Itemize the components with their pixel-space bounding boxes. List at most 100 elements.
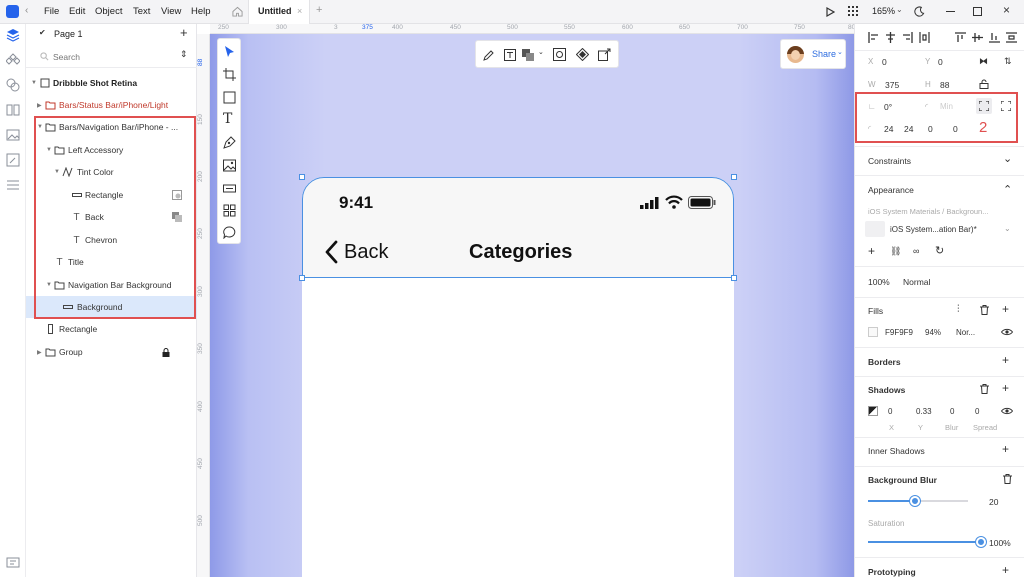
menu-edit[interactable]: Edit — [69, 6, 85, 17]
crop-icon[interactable] — [553, 48, 566, 61]
layer-row-dribbble-shot[interactable]: ▼ Dribbble Shot Retina — [26, 72, 197, 94]
w-input[interactable]: 375 — [885, 80, 899, 90]
layer-search[interactable]: ⇕ — [26, 46, 197, 68]
lock-ratio-icon[interactable] — [979, 79, 989, 89]
align-right-icon[interactable] — [902, 32, 913, 43]
collapse-all-icon[interactable]: ⇕ — [180, 49, 188, 60]
share-button[interactable]: Share ⌄ — [780, 39, 846, 69]
feedback-icon[interactable] — [6, 556, 20, 570]
saturation-value[interactable]: 100% — [989, 538, 1011, 548]
add-shadow-icon[interactable]: + — [1002, 381, 1009, 395]
constraints-header[interactable]: Constraints — [868, 156, 911, 166]
home-icon[interactable] — [232, 6, 243, 17]
library-icon[interactable] — [6, 103, 20, 117]
boolean-dropdown-icon[interactable]: ⌄ — [538, 48, 544, 56]
export-icon[interactable] — [598, 48, 611, 61]
search-input[interactable] — [53, 50, 163, 63]
align-top-icon[interactable] — [955, 32, 966, 43]
zoom-level[interactable]: 165% — [872, 6, 895, 16]
edit-pencil-icon[interactable] — [482, 49, 495, 62]
grid-menu-icon[interactable] — [848, 6, 858, 16]
eye-icon[interactable] — [1001, 407, 1013, 415]
menu-view[interactable]: View — [161, 6, 181, 17]
menu-object[interactable]: Object — [95, 6, 122, 17]
shadow-swatch[interactable] — [868, 406, 878, 416]
material-swatch[interactable] — [865, 221, 885, 237]
resize-handle[interactable] — [731, 174, 737, 180]
add-page-icon[interactable]: + — [180, 25, 188, 40]
layer-row-rectangle-2[interactable]: Rectangle — [26, 318, 197, 340]
close-window-icon[interactable]: × — [1003, 3, 1010, 17]
boolean-icon[interactable] — [522, 49, 535, 61]
fill-swatch[interactable] — [868, 327, 878, 337]
distribute-v-icon[interactable] — [1006, 32, 1017, 43]
saturation-slider-thumb[interactable] — [976, 537, 986, 547]
y-input[interactable]: 0 — [938, 57, 943, 67]
layer-row-status-bar[interactable]: ▶ Bars/Status Bar/iPhone/Light — [26, 94, 197, 116]
component-tool-icon[interactable] — [223, 182, 236, 195]
comment-tool-icon[interactable] — [223, 226, 236, 239]
page-selector[interactable]: ✔ Page 1 + — [26, 24, 197, 44]
fill-blend[interactable]: Nor... — [956, 328, 975, 337]
add-prototype-icon[interactable]: + — [1002, 563, 1009, 577]
appearance-header[interactable]: Appearance — [868, 185, 914, 195]
resize-handle[interactable] — [299, 275, 305, 281]
fill-hex[interactable]: F9F9F9 — [885, 328, 913, 337]
rectangle-tool-icon[interactable] — [223, 91, 236, 104]
flip-vertical-icon[interactable]: ⇅ — [1004, 56, 1012, 67]
material-select[interactable]: iOS System...ation Bar)* — [890, 225, 977, 234]
fill-settings-icon[interactable]: ⫶ — [957, 304, 960, 315]
align-left-icon[interactable] — [868, 32, 879, 43]
refresh-style-icon[interactable]: ↻ — [935, 244, 944, 257]
canvas[interactable]: 9:41 Back Categories ⌄ Share ⌄ — [210, 34, 854, 577]
blur-slider-thumb[interactable] — [910, 496, 920, 506]
components-icon[interactable] — [6, 53, 20, 67]
add-style-icon[interactable]: + — [868, 244, 875, 258]
image-tool-icon[interactable] — [223, 159, 236, 172]
h-input[interactable]: 88 — [940, 80, 949, 90]
selection-frame[interactable] — [302, 177, 734, 278]
chevron-left-icon[interactable]: ‹ — [25, 5, 28, 16]
plugins-tool-icon[interactable] — [223, 204, 236, 217]
move-tool-icon[interactable] — [223, 45, 236, 58]
pen-tool-icon[interactable] — [6, 153, 20, 167]
document-tab[interactable]: Untitled × — [248, 0, 310, 24]
expand-arrow-icon[interactable]: ▶ — [37, 102, 42, 109]
blur-value[interactable]: 20 — [989, 497, 998, 507]
image-icon[interactable] — [6, 128, 20, 142]
text-tool-icon[interactable]: T — [223, 112, 236, 126]
detach-style-icon[interactable]: ⛓ — [890, 246, 901, 257]
material-chevron-icon[interactable]: ⌄ — [1004, 224, 1011, 233]
maximize-icon[interactable] — [973, 7, 982, 16]
resize-handle[interactable] — [731, 275, 737, 281]
menu-text[interactable]: Text — [133, 6, 150, 17]
app-logo-icon[interactable] — [6, 5, 19, 18]
menu-file[interactable]: File — [44, 6, 59, 17]
layers-icon[interactable] — [6, 28, 20, 42]
x-input[interactable]: 0 — [882, 57, 887, 67]
moon-icon[interactable] — [914, 6, 925, 17]
distribute-h-icon[interactable] — [919, 32, 930, 43]
lock-icon[interactable] — [160, 347, 171, 358]
text-box-icon[interactable] — [504, 49, 516, 61]
constraints-chevron-icon[interactable]: ⌄ — [1003, 152, 1012, 165]
trash-icon[interactable] — [980, 305, 989, 315]
menu-help[interactable]: Help — [191, 6, 211, 17]
shadow-x[interactable]: 0 — [888, 407, 892, 416]
layer-row-group[interactable]: ▶ Group — [26, 341, 197, 363]
play-icon[interactable] — [826, 7, 835, 17]
shadow-blur[interactable]: 0 — [950, 407, 954, 416]
resize-handle[interactable] — [299, 174, 305, 180]
add-border-icon[interactable]: + — [1002, 353, 1009, 367]
opacity-input[interactable]: 100% — [868, 277, 890, 287]
saturation-slider[interactable] — [868, 537, 986, 547]
add-fill-icon[interactable]: + — [1002, 302, 1009, 316]
new-tab-icon[interactable]: + — [316, 4, 322, 16]
expand-arrow-icon[interactable]: ▼ — [31, 80, 37, 86]
component-icon[interactable] — [576, 48, 589, 61]
align-middle-icon[interactable] — [972, 32, 983, 43]
list-icon[interactable] — [6, 178, 20, 192]
tab-close-icon[interactable]: × — [297, 6, 302, 16]
minimize-icon[interactable] — [946, 11, 955, 12]
add-inner-shadow-icon[interactable]: + — [1002, 442, 1009, 456]
